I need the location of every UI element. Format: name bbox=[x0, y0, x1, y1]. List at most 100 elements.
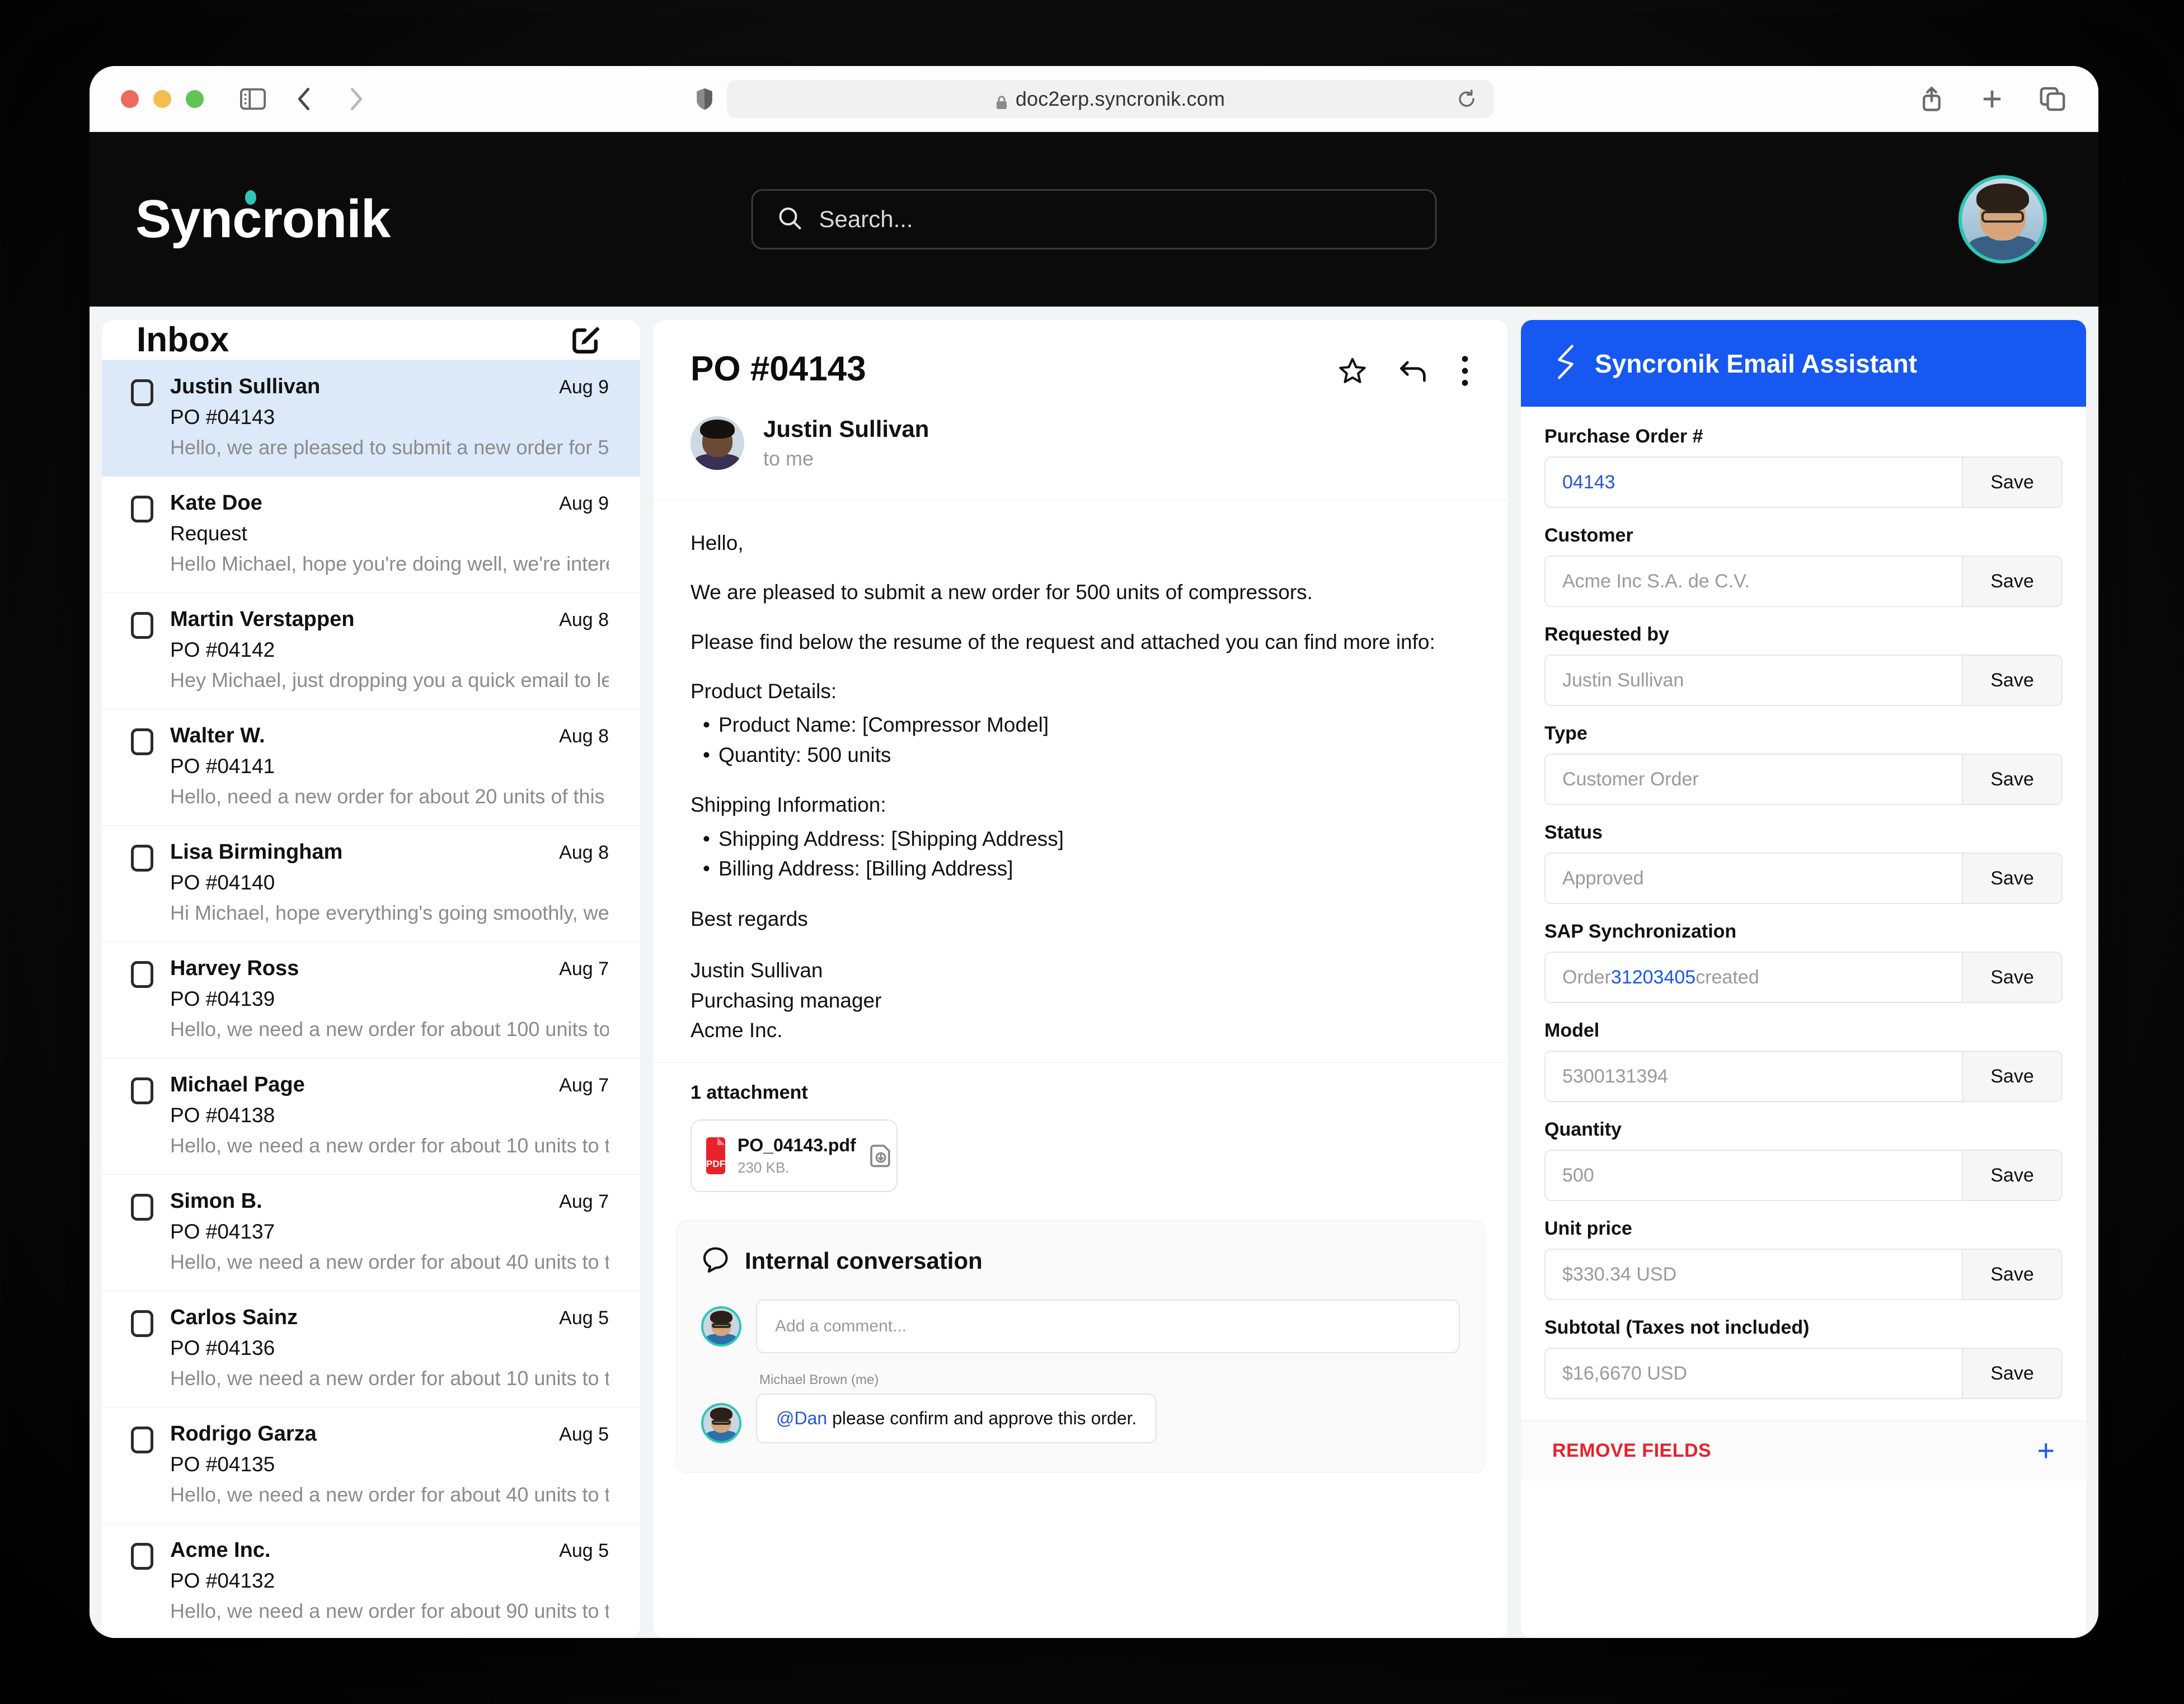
assistant-field-input[interactable]: Justin Sullivan bbox=[1546, 656, 1962, 705]
add-field-button[interactable]: + bbox=[2037, 1435, 2055, 1466]
reply-icon[interactable] bbox=[1398, 357, 1429, 388]
assistant-field-input[interactable]: Approved bbox=[1546, 854, 1962, 903]
list-item-checkbox[interactable] bbox=[131, 1543, 153, 1570]
list-item[interactable]: Simon B. Aug 7 PO #04137 Hello, we need a n… bbox=[102, 1174, 640, 1291]
save-button[interactable]: Save bbox=[1962, 1250, 2061, 1299]
list-item-sender: Kate Doe bbox=[170, 491, 262, 515]
sidebar-toggle-icon[interactable] bbox=[238, 84, 267, 114]
email-subject-title: PO #04143 bbox=[691, 350, 866, 388]
save-button[interactable]: Save bbox=[1962, 1151, 2061, 1200]
main-columns: Inbox Justin Sullivan Aug 9 PO #04143 Hello… bbox=[90, 307, 2098, 1638]
assistant-field-label: Type bbox=[1544, 723, 1587, 744]
save-button[interactable]: Save bbox=[1962, 656, 2061, 705]
list-item-sender: Martin Verstappen bbox=[170, 608, 355, 631]
list-item-preview: Hello, we need a new order for about 90 … bbox=[170, 1599, 609, 1622]
assistant-field-input[interactable]: 500 bbox=[1546, 1151, 1962, 1200]
shield-icon[interactable] bbox=[694, 87, 715, 111]
minimize-window-button[interactable] bbox=[153, 90, 171, 108]
shipping-detail-item: Shipping Address: [Shipping Address] bbox=[691, 824, 1471, 854]
avatar[interactable] bbox=[1958, 175, 2047, 263]
save-button[interactable]: Save bbox=[1962, 953, 2061, 1002]
back-arrow-icon[interactable] bbox=[290, 84, 319, 114]
inbox-list[interactable]: Justin Sullivan Aug 9 PO #04143 Hello, we a… bbox=[102, 360, 640, 1638]
maximize-window-button[interactable] bbox=[186, 90, 204, 108]
attachment-item[interactable]: PDF PO_04143.pdf 230 KB. bbox=[691, 1119, 898, 1192]
save-button[interactable]: Save bbox=[1962, 1052, 2061, 1101]
list-item-checkbox[interactable] bbox=[131, 496, 153, 523]
list-item-subject: PO #04143 bbox=[170, 406, 275, 429]
compose-icon[interactable] bbox=[570, 321, 605, 359]
save-button[interactable]: Save bbox=[1962, 854, 2061, 903]
list-item[interactable]: Harvey Ross Aug 7 PO #04139 Hello, we need … bbox=[102, 942, 640, 1058]
list-item[interactable]: Kate Doe Aug 9 Request Hello Michael, hope … bbox=[102, 476, 640, 592]
sap-order-number[interactable]: 31203405 bbox=[1611, 967, 1695, 988]
comment-placeholder: Add a comment... bbox=[775, 1316, 907, 1335]
assistant-field-label: Status bbox=[1544, 822, 1603, 843]
download-icon[interactable] bbox=[868, 1143, 894, 1169]
list-item-checkbox[interactable] bbox=[131, 728, 153, 755]
assistant-field-input[interactable]: Order 31203405 created bbox=[1546, 953, 1962, 1002]
app-logo[interactable]: Syncronik bbox=[135, 190, 391, 246]
list-item[interactable]: Carlos Sainz Aug 5 PO #04136 Hello, we need… bbox=[102, 1291, 640, 1407]
url-input[interactable]: doc2erp.syncronik.com bbox=[727, 79, 1493, 118]
list-item[interactable]: Martin Verstappen Aug 8 PO #04142 Hey Micha… bbox=[102, 592, 640, 709]
plus-icon[interactable] bbox=[1978, 84, 2007, 114]
comment-input[interactable]: Add a comment... bbox=[756, 1299, 1460, 1353]
syncronik-mark-icon bbox=[1552, 345, 1579, 382]
email-detail-header: PO #04143 bbox=[654, 320, 1507, 390]
list-item[interactable]: Justin Sullivan Aug 9 PO #04143 Hello, we a… bbox=[102, 360, 640, 476]
comment-mention[interactable]: @Dan bbox=[776, 1408, 827, 1428]
list-item-sender: Michael Page bbox=[170, 1073, 305, 1096]
list-item-checkbox[interactable] bbox=[131, 1077, 153, 1104]
assistant-field-input[interactable]: $330.34 USD bbox=[1546, 1250, 1962, 1299]
assistant-field-input[interactable]: 04143 bbox=[1546, 458, 1962, 507]
assistant-field-input[interactable]: 5300131394 bbox=[1546, 1052, 1962, 1101]
attachment-filesize: 230 KB. bbox=[738, 1159, 790, 1176]
save-button[interactable]: Save bbox=[1962, 755, 2061, 804]
list-item[interactable]: Acme Inc. Aug 5 PO #04132 Hello, we need a … bbox=[102, 1523, 640, 1638]
save-button[interactable]: Save bbox=[1962, 458, 2061, 507]
list-item[interactable]: Walter W. Aug 8 PO #04141 Hello, need a new… bbox=[102, 709, 640, 825]
close-window-button[interactable] bbox=[121, 90, 139, 108]
tabs-icon[interactable] bbox=[2038, 84, 2067, 114]
search-input[interactable]: Search... bbox=[751, 189, 1437, 250]
body-note: Please find below the resume of the requ… bbox=[691, 630, 1435, 653]
assistant-field-input[interactable]: Customer Order bbox=[1546, 755, 1962, 804]
assistant-field-label: Model bbox=[1544, 1020, 1600, 1041]
assistant-field-input[interactable]: $16,6670 USD bbox=[1546, 1349, 1962, 1398]
chat-bubble-icon bbox=[701, 1245, 730, 1277]
sender-recipient: to me bbox=[763, 447, 814, 470]
list-item[interactable]: Lisa Birmingham Aug 8 PO #04140 Hi Michael,… bbox=[102, 825, 640, 942]
assistant-field-label: Requested by bbox=[1544, 624, 1669, 645]
save-button[interactable]: Save bbox=[1962, 557, 2061, 606]
attachments-section: 1 attachment PDF PO_04143.pdf 230 KB. bbox=[654, 1062, 1507, 1215]
attachments-label: 1 attachment bbox=[691, 1081, 808, 1103]
list-item-checkbox[interactable] bbox=[131, 612, 153, 639]
list-item-checkbox[interactable] bbox=[131, 845, 153, 872]
assistant-field: Model 5300131394 Save bbox=[1544, 1020, 2063, 1102]
more-options-icon[interactable] bbox=[1459, 355, 1471, 390]
list-item-checkbox[interactable] bbox=[131, 379, 153, 406]
share-icon[interactable] bbox=[1917, 84, 1946, 114]
list-item-sender: Harvey Ross bbox=[170, 957, 299, 980]
list-item-subject: PO #04140 bbox=[170, 871, 275, 894]
assistant-field-input[interactable]: Acme Inc S.A. de C.V. bbox=[1546, 557, 1962, 606]
list-item-checkbox[interactable] bbox=[131, 1194, 153, 1221]
star-icon[interactable] bbox=[1337, 356, 1368, 389]
list-item-checkbox[interactable] bbox=[131, 1427, 153, 1453]
assistant-field: Unit price $330.34 USD Save bbox=[1544, 1218, 2063, 1300]
list-item-preview: Hello, we need a new order for about 10 … bbox=[170, 1134, 609, 1157]
list-item[interactable]: Rodrigo Garza Aug 5 PO #04135 Hello, we nee… bbox=[102, 1407, 640, 1523]
reload-icon[interactable] bbox=[1457, 89, 1477, 109]
search-icon bbox=[778, 206, 802, 233]
remove-fields-button[interactable]: REMOVE FIELDS bbox=[1552, 1440, 1711, 1462]
list-item-checkbox[interactable] bbox=[131, 961, 153, 988]
forward-arrow-icon[interactable] bbox=[341, 84, 370, 114]
list-item-checkbox[interactable] bbox=[131, 1310, 153, 1337]
list-item-date: Aug 7 bbox=[559, 1191, 609, 1212]
list-item[interactable]: Michael Page Aug 7 PO #04138 Hello, we need… bbox=[102, 1058, 640, 1174]
logo-accent-dot bbox=[245, 190, 256, 205]
assistant-field-label: SAP Synchronization bbox=[1544, 921, 1737, 942]
window-controls[interactable] bbox=[121, 90, 204, 108]
save-button[interactable]: Save bbox=[1962, 1349, 2061, 1398]
